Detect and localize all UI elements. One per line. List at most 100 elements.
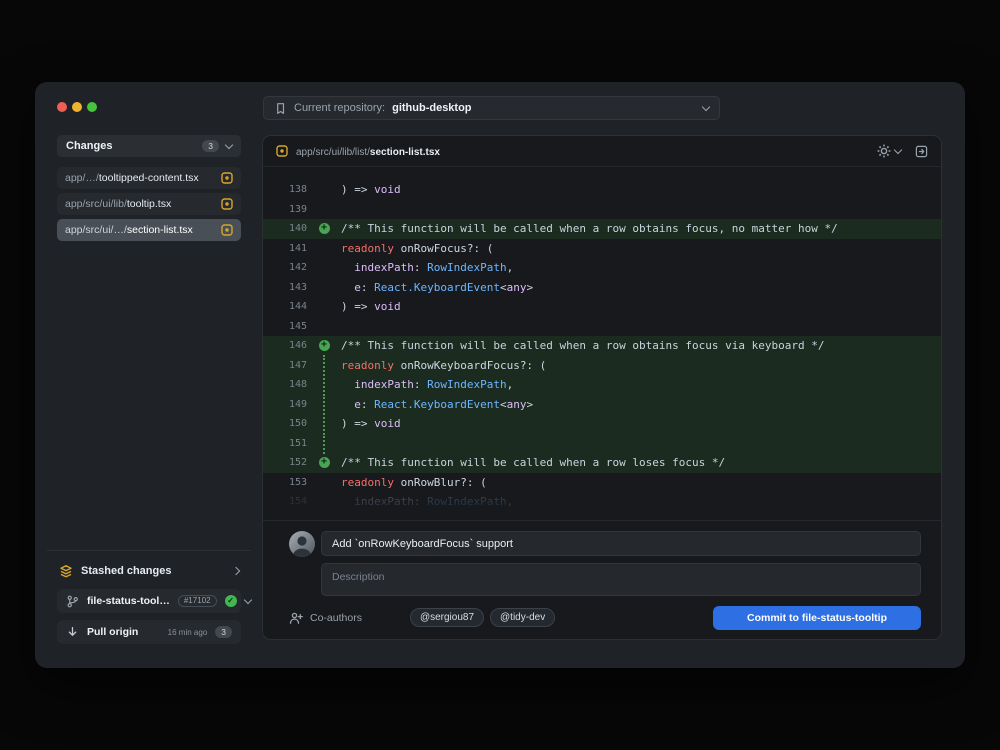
coauthors-label: Co-authors	[310, 612, 362, 624]
diff-line-147[interactable]: 147 readonly onRowKeyboardFocus?: (	[263, 356, 941, 376]
hunk-selection-indicator	[307, 356, 341, 376]
diff-header: app/src/ui/lib/list/section-list.tsx	[263, 136, 941, 167]
code-token: :	[414, 261, 427, 274]
close-button[interactable]	[57, 102, 67, 112]
chevron-down-icon	[894, 145, 902, 153]
line-number: 148	[263, 379, 307, 390]
diff-line-154[interactable]: 154 indexPath: RowIndexPath,	[263, 492, 941, 512]
code-token: RowIndexPath	[427, 378, 506, 391]
modified-status-icon	[221, 198, 233, 210]
code-token	[341, 261, 354, 274]
diff-line-145[interactable]: 145	[263, 317, 941, 337]
branch-row[interactable]: file-status-tool… #17102 ✓	[57, 589, 241, 613]
added-line-icon[interactable]: +	[319, 340, 330, 351]
expand-diff-button[interactable]	[915, 145, 928, 158]
diff-line-144[interactable]: 144) => void	[263, 297, 941, 317]
zoom-button[interactable]	[87, 102, 97, 112]
chevron-down-icon	[243, 595, 251, 603]
file-row-section-list.tsx[interactable]: app/src/ui/…/section-list.tsx	[57, 219, 241, 241]
code-token: :	[414, 378, 427, 391]
commit-description-input[interactable]	[321, 563, 921, 596]
diff-line-150[interactable]: 150) => void	[263, 414, 941, 434]
code-token: indexPath	[354, 261, 414, 274]
coauthor-badges: @sergiou87 @tidy-dev	[410, 608, 555, 627]
chevron-right-icon	[232, 567, 240, 575]
code-text: /** This function will be called when a …	[341, 219, 838, 239]
changes-tab[interactable]: Changes 3	[57, 135, 241, 157]
repository-dropdown[interactable]: Current repository: github-desktop	[263, 96, 720, 120]
stashed-changes-row[interactable]: Stashed changes	[57, 560, 241, 582]
diff-line-141[interactable]: 141readonly onRowFocus?: (	[263, 239, 941, 259]
sidebar-footer: Stashed changes file-status-tool… #17102…	[47, 550, 251, 644]
line-number: 151	[263, 438, 307, 449]
minimize-button[interactable]	[72, 102, 82, 112]
code-token	[341, 398, 354, 411]
changes-count-badge: 3	[202, 140, 219, 152]
diff-path-prefix: app/src/ui/lib/list/	[296, 147, 370, 158]
changes-title: Changes	[66, 140, 112, 152]
add-coauthor-icon[interactable]	[289, 611, 303, 625]
stash-icon	[59, 564, 73, 578]
diff-header-actions	[877, 144, 928, 158]
code-text: indexPath: RowIndexPath,	[341, 375, 513, 395]
commit-button[interactable]: Commit to file-status-tooltip	[713, 606, 921, 630]
pull-origin-label: Pull origin	[87, 626, 138, 638]
diff-line-146[interactable]: 146+/** This function will be called whe…	[263, 336, 941, 356]
diff-line-143[interactable]: 143 e: React.KeyboardEvent<any>	[263, 278, 941, 298]
code-token	[341, 378, 354, 391]
window-controls	[57, 102, 97, 112]
code-token	[341, 281, 354, 294]
diff-line-139[interactable]: 139	[263, 200, 941, 220]
file-path-prefix: app/…/	[65, 172, 99, 184]
code-token: readonly	[341, 359, 394, 372]
coauthor-badge[interactable]: @sergiou87	[410, 608, 484, 627]
branch-name: file-status-tool…	[87, 595, 170, 607]
diff-line-149[interactable]: 149 e: React.KeyboardEvent<any>	[263, 395, 941, 415]
code-token: :	[361, 398, 374, 411]
code-token: e	[354, 398, 361, 411]
line-marker: +	[307, 219, 341, 239]
line-marker	[307, 200, 341, 220]
modified-file-icon	[276, 145, 288, 157]
code-token: ) =>	[341, 417, 374, 430]
diff-options-button[interactable]	[877, 144, 901, 158]
file-path-prefix: app/src/ui/…/	[65, 224, 127, 236]
commit-footer: Co-authors @sergiou87 @tidy-dev Commit to…	[289, 605, 921, 630]
branch-icon	[66, 595, 79, 608]
line-number: 154	[263, 496, 307, 507]
file-row-tooltip.tsx[interactable]: app/src/ui/lib/tooltip.tsx	[57, 193, 241, 215]
file-row-tooltipped-content.tsx[interactable]: app/…/tooltipped-content.tsx	[57, 167, 241, 189]
diff-line-153[interactable]: 153readonly onRowBlur?: (	[263, 473, 941, 493]
diff-line-151[interactable]: 151	[263, 434, 941, 454]
code-token: onRowKeyboardFocus?: (	[394, 359, 546, 372]
added-line-icon[interactable]: +	[319, 223, 330, 234]
diff-file-path: app/src/ui/lib/list/section-list.tsx	[296, 142, 440, 160]
chevron-down-icon	[702, 102, 710, 110]
code-text: ) => void	[341, 180, 401, 200]
line-number: 147	[263, 360, 307, 371]
line-number: 138	[263, 184, 307, 195]
coauthor-badge[interactable]: @tidy-dev	[490, 608, 555, 627]
diff-line-140[interactable]: 140+/** This function will be called whe…	[263, 219, 941, 239]
pull-origin-row[interactable]: Pull origin 16 min ago 3	[57, 620, 241, 644]
pr-number-badge: #17102	[178, 595, 217, 607]
line-marker	[307, 317, 341, 337]
diff-line-138[interactable]: 138 ) => void	[263, 180, 941, 200]
line-marker	[307, 180, 341, 200]
line-number: 141	[263, 243, 307, 254]
code-token: e	[354, 281, 361, 294]
code-token: /** This function will be called when a …	[341, 339, 824, 352]
code-token: <	[500, 281, 507, 294]
line-marker	[307, 492, 341, 512]
repo-label: Current repository:	[294, 102, 385, 114]
code-token: indexPath	[354, 495, 414, 508]
line-marker	[307, 297, 341, 317]
diff-line-142[interactable]: 142 indexPath: RowIndexPath,	[263, 258, 941, 278]
commit-summary-input[interactable]	[321, 531, 921, 556]
diff-line-148[interactable]: 148 indexPath: RowIndexPath,	[263, 375, 941, 395]
chevron-down-icon	[225, 140, 233, 148]
added-line-icon[interactable]: +	[319, 457, 330, 468]
code-token: <	[500, 398, 507, 411]
line-number: 145	[263, 321, 307, 332]
diff-line-152[interactable]: 152+/** This function will be called whe…	[263, 453, 941, 473]
